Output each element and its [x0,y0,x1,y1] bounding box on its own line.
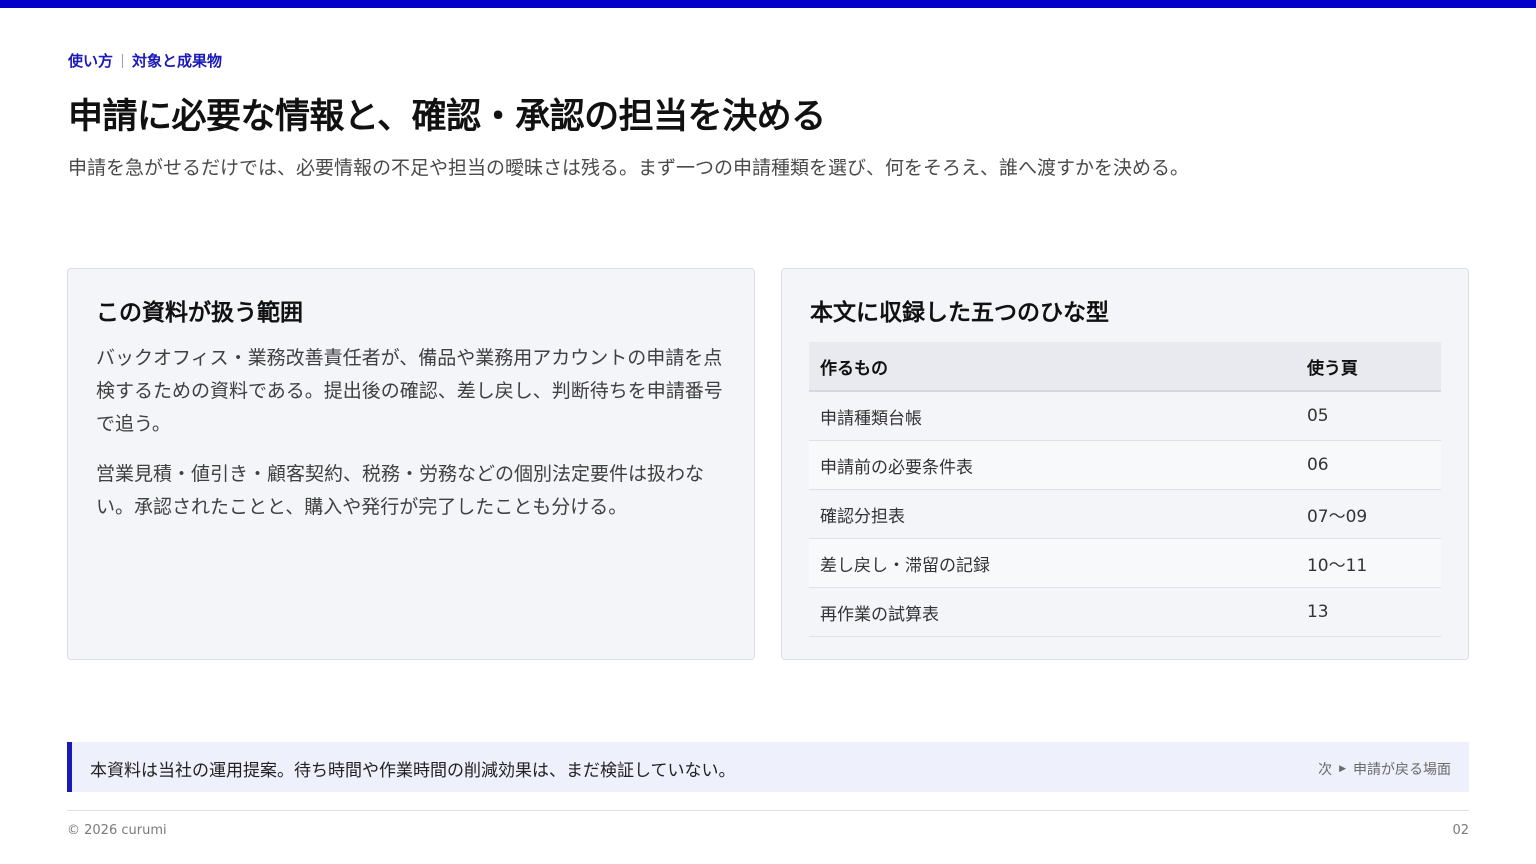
table-row: 確認分担表 07〜09 [809,489,1441,539]
triangle-right-icon: ▶ [1339,764,1346,774]
table-row: 差し戻し・滞留の記録 10〜11 [809,538,1441,588]
templates-table: 作るもの 使う頁 申請種類台帳 05 申請前の必要条件表 06 確認分担表 07… [809,342,1441,637]
scope-paragraph: バックオフィス・業務改善責任者が、備品や業務用アカウントの申請を点検するための資… [96,347,723,435]
table-header-row: 作るもの 使う頁 [809,342,1441,392]
top-accent-bar [0,0,1536,8]
page-number: 02 [1452,823,1469,838]
next-label: 次 [1318,762,1333,778]
template-name: 確認分担表 [809,489,1296,539]
disclaimer-text: 本資料は当社の運用提案。待ち時間や作業時間の削減効果は、まだ検証していない。 [90,761,736,781]
next-section-title: 申請が戻る場面 [1353,762,1451,778]
disclaimer-note: 本資料は当社の運用提案。待ち時間や作業時間の削減効果は、まだ検証していない。 次… [67,742,1469,792]
column-header-page: 使う頁 [1295,342,1441,392]
breadcrumb: 使い方 対象と成果物 [68,50,222,71]
template-page: 10〜11 [1295,538,1441,588]
copyright: © 2026 curumi [67,823,167,838]
breadcrumb-divider [122,53,124,68]
breadcrumb-topic: 対象と成果物 [132,52,223,70]
next-section-link[interactable]: 次 ▶ 申請が戻る場面 [1318,759,1451,779]
template-name: 再作業の試算表 [809,587,1296,637]
templates-card-title: 本文に収録した五つのひな型 [810,300,1109,326]
template-page: 06 [1295,440,1441,490]
table-row: 申請前の必要条件表 06 [809,440,1441,490]
template-page: 07〜09 [1295,489,1441,539]
table-row: 再作業の試算表 13 [809,587,1441,637]
template-page: 13 [1295,587,1441,637]
template-name: 申請前の必要条件表 [809,440,1296,490]
page-title: 申請に必要な情報と、確認・承認の担当を決める [68,97,826,137]
column-header-item: 作るもの [809,342,1296,392]
scope-card-title: この資料が扱う範囲 [96,300,303,326]
template-page: 05 [1295,391,1441,441]
scope-paragraph: 営業見積・値引き・顧客契約、税務・労務などの個別法定要件は扱わない。承認されたこ… [96,463,705,518]
template-name: 申請種類台帳 [809,391,1296,441]
template-name: 差し戻し・滞留の記録 [809,538,1296,588]
templates-card: 本文に収録した五つのひな型 作るもの 使う頁 申請種類台帳 05 申請前の必要条… [781,268,1469,660]
lead-text: 申請を急がせるだけでは、必要情報の不足や担当の曖昧さは残る。まず一つの申請種類を… [68,157,1190,179]
table-row: 申請種類台帳 05 [809,391,1441,441]
scope-card: この資料が扱う範囲 バックオフィス・業務改善責任者が、備品や業務用アカウントの申… [67,268,755,660]
footer-divider [67,810,1469,811]
breadcrumb-section: 使い方 [68,52,114,70]
